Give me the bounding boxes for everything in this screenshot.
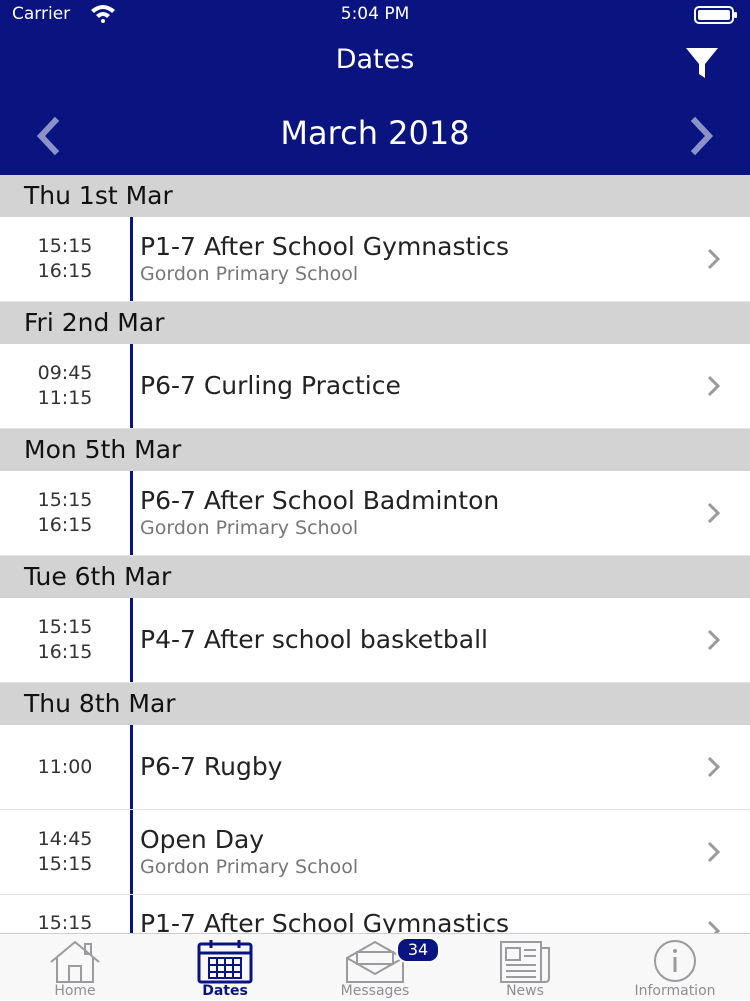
chevron-right-icon: [707, 248, 721, 270]
timeline-divider: [130, 344, 133, 428]
timeline-divider: [130, 471, 133, 555]
event-row[interactable]: 15:15 16:15 P4-7 After school basketball: [0, 598, 750, 683]
tab-news[interactable]: News: [450, 934, 600, 1001]
event-end-time: 16:15: [37, 260, 93, 282]
timeline-divider: [130, 725, 133, 809]
event-row[interactable]: 14:45 15:15 Open Day Gordon Primary Scho…: [0, 810, 750, 895]
event-row[interactable]: 15:15 16:15 P1-7 After School Gymnastics…: [0, 217, 750, 302]
page-title: Dates: [335, 44, 415, 75]
day-header: Mon 5th Mar: [0, 429, 750, 471]
tab-home[interactable]: Home: [0, 934, 150, 1001]
unread-badge: 34: [396, 937, 440, 963]
event-title: Open Day: [140, 825, 265, 854]
calendar-icon: [197, 940, 253, 984]
event-end-time: 16:15: [37, 641, 93, 663]
event-row[interactable]: 15:15 16:15 P6-7 After School Badminton …: [0, 471, 750, 556]
timeline-divider: [130, 217, 133, 301]
event-title: P1-7 After School Gymnastics: [140, 909, 510, 933]
timeline-divider: [130, 895, 133, 933]
month-label: March 2018: [280, 114, 470, 152]
event-row[interactable]: 11:00 P6-7 Rugby: [0, 725, 750, 810]
chevron-right-icon: [707, 756, 721, 778]
event-start-time: 09:45: [37, 362, 93, 384]
next-month-button[interactable]: [682, 114, 722, 158]
event-end-time: 11:15: [37, 387, 93, 409]
event-start-time: 15:15: [37, 616, 93, 638]
tab-label: News: [506, 983, 544, 999]
event-row[interactable]: 15:15 P1-7 After School Gymnastics: [0, 895, 750, 933]
tab-label: Messages: [340, 983, 410, 999]
event-end-time: 15:15: [37, 853, 93, 875]
chevron-right-icon: [707, 841, 721, 863]
event-times: 15:15: [0, 895, 130, 933]
chevron-right-icon: [707, 920, 721, 933]
event-start-time: 14:45: [37, 828, 93, 850]
header-bar: Carrier 5:04 PM Dates March 2018: [0, 0, 750, 175]
event-end-time: 16:15: [37, 514, 93, 536]
day-header: Thu 1st Mar: [0, 175, 750, 217]
event-times: 15:15 16:15: [0, 217, 130, 301]
event-times: 15:15 16:15: [0, 598, 130, 682]
home-icon: [50, 940, 100, 983]
event-row[interactable]: 09:45 11:15 P6-7 Curling Practice: [0, 344, 750, 429]
filter-button[interactable]: [680, 44, 724, 84]
tab-label: Dates: [202, 983, 248, 999]
event-times: 14:45 15:15: [0, 810, 130, 894]
status-bar: Carrier 5:04 PM: [0, 0, 750, 30]
timeline-divider: [130, 810, 133, 894]
event-title: P1-7 After School Gymnastics: [140, 232, 510, 261]
info-icon: [654, 940, 696, 982]
event-title: P6-7 Rugby: [140, 752, 283, 781]
newspaper-icon: [500, 941, 550, 983]
tab-label: Home: [54, 983, 96, 999]
chevron-right-icon: [690, 116, 714, 156]
event-title: P4-7 After school basketball: [140, 625, 488, 654]
chevron-right-icon: [707, 502, 721, 524]
event-start-time: 15:15: [37, 489, 93, 511]
event-title: P6-7 After School Badminton: [140, 486, 500, 515]
event-location: Gordon Primary School: [140, 263, 359, 285]
event-start-time: 11:00: [37, 755, 93, 778]
tab-label: Information: [634, 983, 716, 999]
battery-icon: [694, 6, 737, 24]
timeline-divider: [130, 598, 133, 682]
tab-bar: Home Dates Messages 34 News Information: [0, 933, 750, 1000]
event-location: Gordon Primary School: [140, 856, 359, 878]
event-title: P6-7 Curling Practice: [140, 371, 401, 400]
status-time: 5:04 PM: [340, 4, 410, 24]
tab-dates[interactable]: Dates: [150, 934, 300, 1001]
event-times: 15:15 16:15: [0, 471, 130, 555]
day-header: Fri 2nd Mar: [0, 302, 750, 344]
event-start-time: 15:15: [37, 235, 93, 257]
event-times: 11:00: [0, 725, 130, 809]
day-header: Tue 6th Mar: [0, 556, 750, 598]
event-times: 09:45 11:15: [0, 344, 130, 428]
filter-icon: [686, 48, 718, 78]
event-location: Gordon Primary School: [140, 517, 359, 539]
event-start-time: 15:15: [37, 912, 93, 933]
chevron-right-icon: [707, 375, 721, 397]
tab-information[interactable]: Information: [600, 934, 750, 1001]
dates-list[interactable]: Thu 1st Mar 15:15 16:15 P1-7 After Schoo…: [0, 175, 750, 933]
day-header: Thu 8th Mar: [0, 683, 750, 725]
chevron-right-icon: [707, 629, 721, 651]
